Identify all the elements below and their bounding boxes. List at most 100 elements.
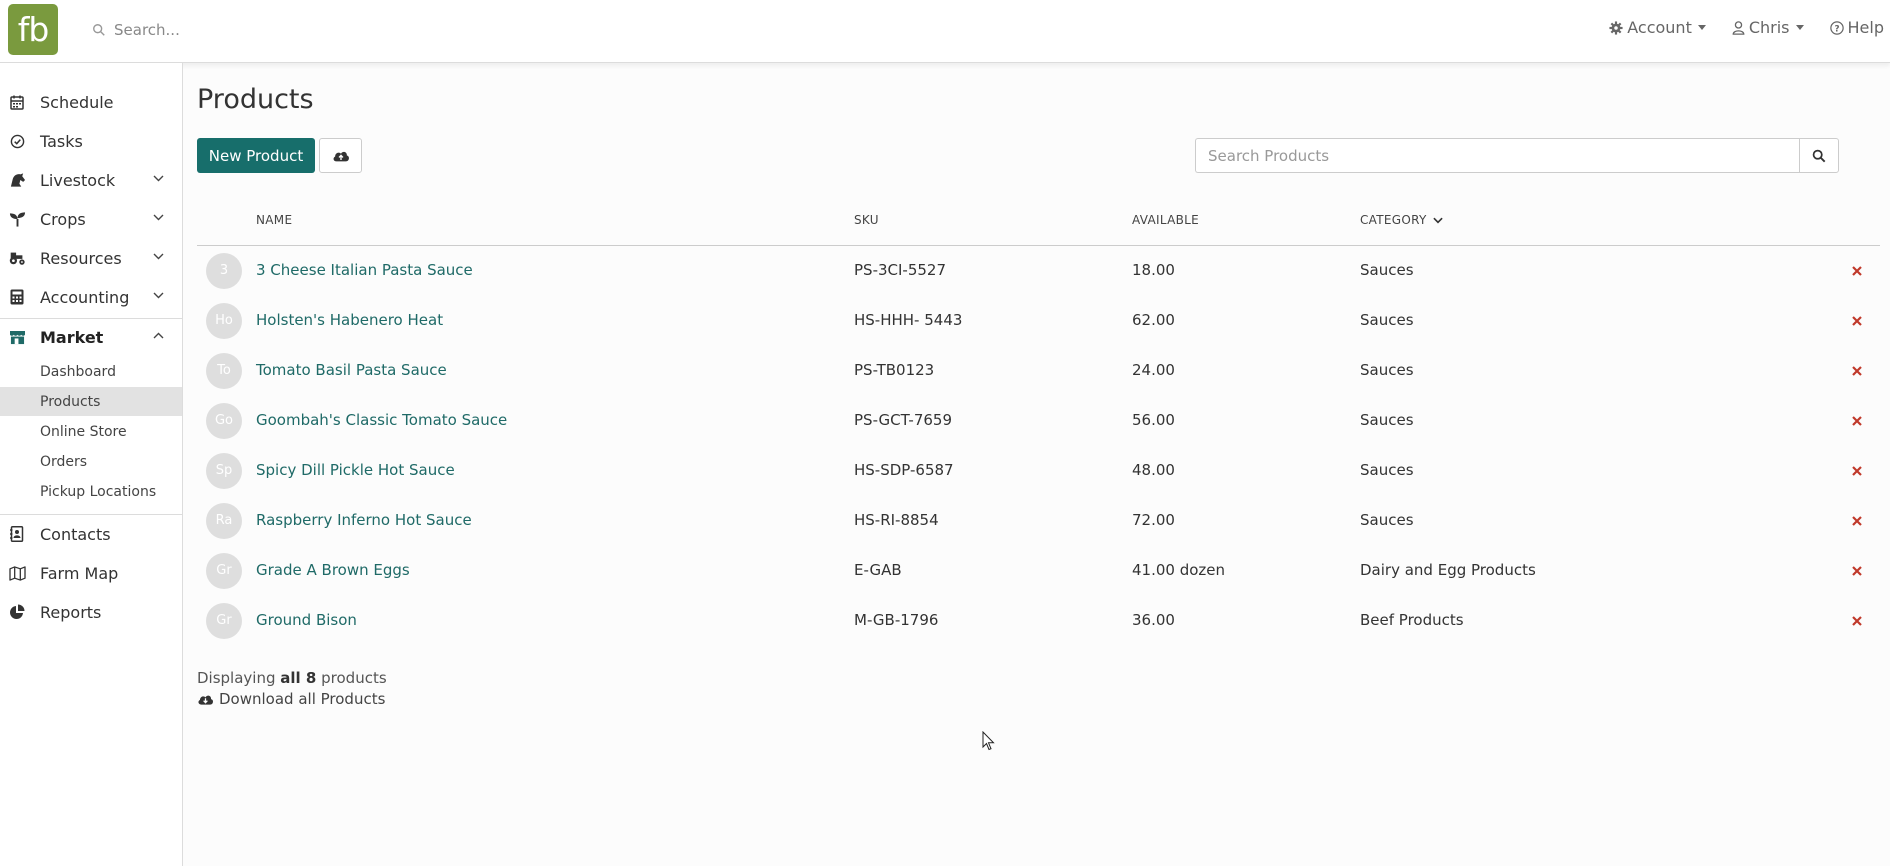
- download-all-label: Download all Products: [219, 690, 386, 708]
- sidebar-subitem-label: Pickup Locations: [40, 483, 157, 500]
- question-circle-icon: ?: [1829, 20, 1844, 35]
- store-icon: [8, 328, 26, 346]
- delete-icon[interactable]: [1849, 463, 1865, 479]
- column-header-category-label: CATEGORY: [1360, 213, 1427, 227]
- product-category: Sauces: [1360, 411, 1414, 429]
- sidebar-subitem-label: Products: [40, 393, 101, 410]
- results-count: all 8: [280, 669, 317, 687]
- product-name-link[interactable]: Ground Bison: [256, 611, 357, 629]
- product-category: Beef Products: [1360, 611, 1464, 629]
- help-link[interactable]: ? Help: [1829, 18, 1884, 37]
- address-book-icon: [8, 525, 26, 543]
- top-bar: fb Account Chris ? Help: [0, 0, 1890, 63]
- sidebar-item-label: Accounting: [40, 287, 130, 307]
- product-name-link[interactable]: Goombah's Classic Tomato Sauce: [256, 411, 507, 429]
- account-menu[interactable]: Account: [1609, 18, 1706, 37]
- sidebar-subitem-label: Online Store: [40, 423, 127, 440]
- download-all-link[interactable]: Download all Products: [197, 690, 385, 708]
- sidebar-item-label: Contacts: [40, 524, 111, 544]
- calendar-icon: [8, 93, 26, 111]
- product-sku: HS-RI-8854: [854, 511, 939, 529]
- app-logo[interactable]: fb: [8, 4, 58, 55]
- product-avatar: Sp: [206, 453, 242, 489]
- sidebar-item-accounting[interactable]: Accounting: [0, 280, 182, 314]
- page-title: Products: [197, 84, 314, 115]
- product-sku: PS-3CI-5527: [854, 261, 947, 279]
- product-category: Sauces: [1360, 511, 1414, 529]
- sidebar-item-label: Crops: [40, 209, 86, 229]
- horse-icon: [8, 171, 26, 189]
- sidebar-item-resources[interactable]: Resources: [0, 241, 182, 275]
- product-avatar: Gr: [206, 553, 242, 589]
- results-prefix: Displaying: [197, 669, 276, 687]
- products-table: NAME SKU AVAILABLE CATEGORY 3 3 Cheese I…: [197, 198, 1880, 646]
- chevron-down-icon: [153, 253, 164, 260]
- delete-icon[interactable]: [1849, 413, 1865, 429]
- product-name-link[interactable]: Grade A Brown Eggs: [256, 561, 410, 579]
- pie-chart-icon: [8, 603, 26, 621]
- delete-icon[interactable]: [1849, 613, 1865, 629]
- sidebar-item-tasks[interactable]: Tasks: [0, 124, 182, 158]
- global-search-input[interactable]: [114, 21, 414, 39]
- sidebar-item-farm-map[interactable]: Farm Map: [0, 556, 182, 590]
- upload-button[interactable]: [319, 138, 362, 173]
- product-category: Sauces: [1360, 461, 1414, 479]
- sidebar-item-label: Reports: [40, 602, 102, 622]
- product-sku: M-GB-1796: [854, 611, 939, 629]
- product-search-button[interactable]: [1799, 138, 1839, 173]
- product-name-link[interactable]: Holsten's Habenero Heat: [256, 311, 443, 329]
- column-header-available[interactable]: AVAILABLE: [1132, 213, 1199, 227]
- map-icon: [8, 564, 26, 582]
- sidebar-subitem-pickup-locations[interactable]: Pickup Locations: [0, 477, 182, 506]
- user-label: Chris: [1748, 18, 1790, 37]
- global-search[interactable]: [92, 18, 414, 42]
- column-header-category[interactable]: CATEGORY: [1360, 213, 1443, 227]
- account-label: Account: [1627, 18, 1692, 37]
- delete-icon[interactable]: [1849, 513, 1865, 529]
- product-avatar: Gr: [206, 603, 242, 639]
- product-name-link[interactable]: Spicy Dill Pickle Hot Sauce: [256, 461, 455, 479]
- product-available: 36.00: [1132, 611, 1175, 629]
- delete-icon[interactable]: [1849, 263, 1865, 279]
- column-header-sku[interactable]: SKU: [854, 213, 879, 227]
- product-name-link[interactable]: 3 Cheese Italian Pasta Sauce: [256, 261, 473, 279]
- column-header-name[interactable]: NAME: [256, 213, 292, 227]
- sidebar-item-crops[interactable]: Crops: [0, 202, 182, 236]
- sidebar-subitem-dashboard[interactable]: Dashboard: [0, 357, 182, 386]
- sidebar-subitem-orders[interactable]: Orders: [0, 447, 182, 476]
- delete-icon[interactable]: [1849, 363, 1865, 379]
- table-row: Ra Raspberry Inferno Hot Sauce HS-RI-885…: [197, 496, 1880, 546]
- table-row: To Tomato Basil Pasta Sauce PS-TB0123 24…: [197, 346, 1880, 396]
- sidebar-subitem-online-store[interactable]: Online Store: [0, 417, 182, 446]
- chevron-down-icon: [153, 175, 164, 182]
- product-avatar: 3: [206, 253, 242, 289]
- caret-down-icon: [1697, 25, 1706, 30]
- product-search-input[interactable]: [1195, 138, 1799, 173]
- seedling-icon: [8, 210, 26, 228]
- sidebar-item-schedule[interactable]: Schedule: [0, 85, 182, 119]
- sidebar-item-label: Farm Map: [40, 563, 119, 583]
- sidebar-item-livestock[interactable]: Livestock: [0, 163, 182, 197]
- product-name-link[interactable]: Tomato Basil Pasta Sauce: [256, 361, 447, 379]
- delete-icon[interactable]: [1849, 563, 1865, 579]
- sidebar-subitem-products[interactable]: Products: [0, 387, 182, 416]
- sidebar-item-reports[interactable]: Reports: [0, 595, 182, 629]
- new-product-button[interactable]: New Product: [197, 138, 315, 173]
- delete-icon[interactable]: [1849, 313, 1865, 329]
- user-icon: [1732, 20, 1745, 35]
- sidebar-divider: [0, 318, 182, 319]
- calculator-icon: [8, 288, 26, 306]
- table-row: Sp Spicy Dill Pickle Hot Sauce HS-SDP-65…: [197, 446, 1880, 496]
- sidebar-item-label: Market: [40, 327, 104, 347]
- product-avatar: Ra: [206, 503, 242, 539]
- product-name-link[interactable]: Raspberry Inferno Hot Sauce: [256, 511, 472, 529]
- product-available: 72.00: [1132, 511, 1175, 529]
- sidebar-item-market[interactable]: Market: [0, 320, 182, 354]
- product-avatar: Ho: [206, 303, 242, 339]
- results-summary: Displaying all 8 products: [197, 669, 387, 687]
- table-row: Ho Holsten's Habenero Heat HS-HHH- 5443 …: [197, 296, 1880, 346]
- product-category: Sauces: [1360, 311, 1414, 329]
- product-available: 18.00: [1132, 261, 1175, 279]
- sidebar-item-contacts[interactable]: Contacts: [0, 517, 182, 551]
- user-menu[interactable]: Chris: [1732, 18, 1804, 37]
